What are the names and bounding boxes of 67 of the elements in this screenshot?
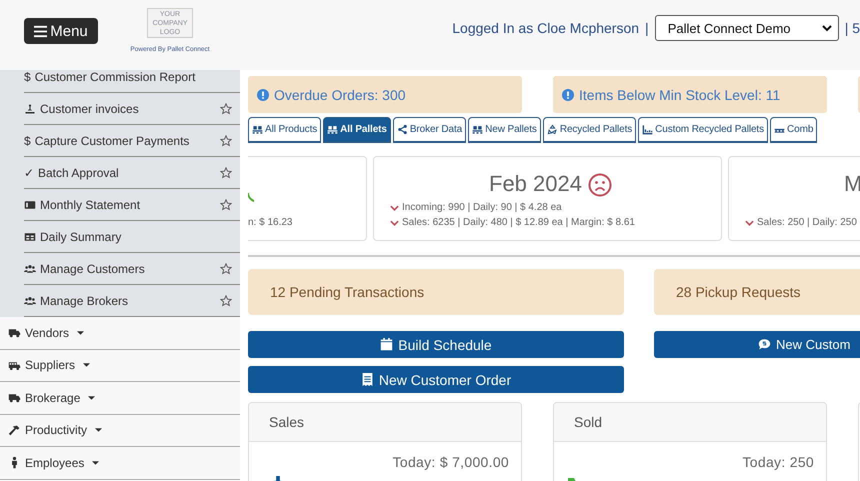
glyph-icon: $ [24,134,31,148]
star-icon[interactable] [220,262,232,274]
menu-item[interactable]: Employees [0,447,240,480]
pallet-icon [252,124,263,135]
star-icon[interactable] [220,198,232,210]
panel-title: Sales [249,403,521,442]
tab[interactable]: All Pallets [323,117,391,143]
caret-icon [83,363,90,368]
tab[interactable]: Custom Recycled Pallets [638,117,768,143]
logged-in-text: Logged In as Cloe Mcpherson [452,20,640,36]
submenu-item[interactable]: Monthly Statement [24,189,240,221]
submenu-item[interactable]: $ Customer Commission Report [24,70,240,93]
tab[interactable]: New Pallets [468,117,541,143]
receipt-icon [360,373,374,386]
tab[interactable]: Recycled Pallets [542,117,636,143]
month-stats-text: Sales: 250 | Daily: 250 [757,217,857,228]
pending-notice: 12 Pending Transactions [248,269,624,315]
menu-item[interactable]: Suppliers [0,350,240,382]
today-reading: Today: $ 7,000.00 [392,454,509,470]
header-trailing-text: | 5 [844,20,860,36]
pallet-icon [472,124,484,135]
menu-item[interactable]: Vendors [0,317,240,350]
month-stats-text: Sales: 6235 | Daily: 480 | $ 12.89 ea | Margin: $ 8.61 [402,217,635,228]
users-icon [24,294,36,306]
tab[interactable]: Comb [770,117,818,143]
bar-chart-icon [642,124,654,135]
menu-item[interactable]: Productivity [0,414,240,447]
panel-title: Sold [554,403,826,442]
pending-notice: 28 Pickup Requests [654,269,860,315]
info-icon [562,88,574,100]
company-select[interactable]: Pallet Connect Demo [654,15,839,41]
star-icon[interactable] [220,134,232,146]
share-icon [396,124,408,135]
info-icon [257,88,269,100]
caret-icon [95,428,102,432]
separator: | [645,20,649,36]
table-icon [24,230,36,242]
star-icon[interactable] [220,102,232,114]
month-title: Feb 2024 [489,171,582,197]
alert-text: Overdue Orders: 300 [274,86,406,102]
glyph-icon: $ [24,70,31,84]
caret-icon [92,460,100,465]
chevron-down-icon [822,23,832,33]
glyph-icon: ✓ [24,166,34,180]
caret-icon [88,396,96,400]
sad-face-icon [588,173,612,197]
pallet-icon [327,124,338,135]
alert-text: Items Below Min Stock Level: 11 [579,86,780,102]
hammer-icon [8,424,21,437]
chat-icon [758,338,771,351]
star-icon[interactable] [220,294,232,306]
today-reading: Today: 250 [742,454,814,470]
hamburger-icon [34,24,48,38]
menu-item[interactable]: Brokerage [0,382,240,414]
action-button[interactable]: New Custom [654,331,860,358]
statement-icon [24,198,36,210]
month-stats-text: n: $ 16.23 [248,217,292,228]
tab[interactable]: All Products [248,117,322,143]
users-icon [24,262,36,274]
action-button[interactable]: New Customer Order [248,366,624,393]
calendar-icon [380,338,394,351]
action-button[interactable]: Build Schedule [248,331,624,358]
star-icon[interactable] [220,166,232,178]
tab[interactable]: Broker Data [392,117,466,143]
menu-button[interactable]: Menu [24,18,98,44]
caret-icon [77,330,84,335]
month-stats-text: Incoming: 990 | Daily: 90 | $ 4.28 ea [402,202,562,213]
